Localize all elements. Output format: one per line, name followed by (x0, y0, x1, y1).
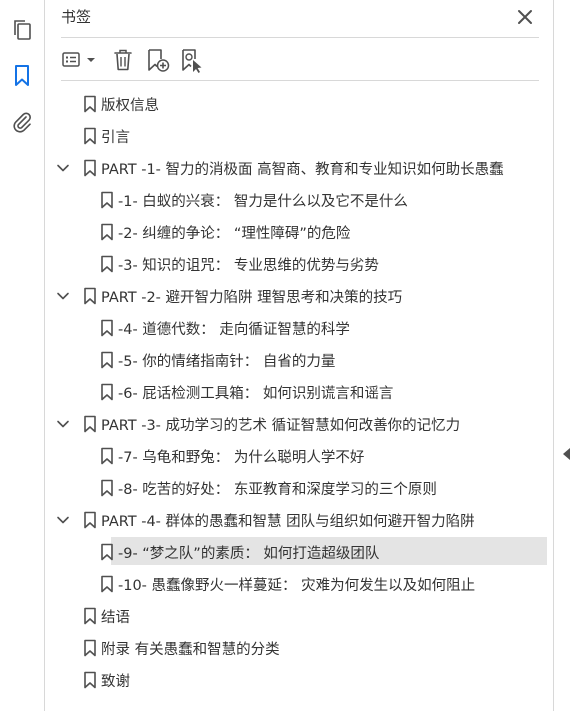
bookmark-item[interactable]: -1- 白蚁的兴衰： 智力是什么以及它不是什么 (45, 184, 553, 216)
close-panel-button[interactable] (513, 5, 537, 29)
bookmark-item[interactable]: 结语 (45, 600, 553, 632)
bookmark-label: PART -4- 群体的愚蠢和智慧 团队与组织如何避开智力陷阱 (101, 514, 475, 530)
bookmark-icon (101, 351, 113, 369)
bookmark-label: -2- 纠缠的争论： “理性障碍”的危险 (118, 226, 351, 242)
list-options-icon (61, 52, 80, 67)
options-menu-button[interactable] (59, 44, 97, 76)
bookmark-icon (101, 447, 113, 465)
bookmark-icon (84, 127, 96, 145)
bookmark-item[interactable]: 引言 (45, 120, 553, 152)
bookmark-icon (84, 415, 96, 433)
chevron-down-icon (86, 58, 95, 62)
chevron-down-icon[interactable] (55, 416, 71, 432)
bookmark-tree: 版权信息引言 PART -1- 智力的消极面 高智商、教育和专业知识如何助长愚蠢 -… (45, 88, 553, 696)
bookmark-label: -6- 屁话检测工具箱： 如何识别谎言和谣言 (118, 386, 394, 402)
bookmarks-toolbar (59, 44, 539, 76)
bookmark-label: 附录 有关愚蠢和智慧的分类 (101, 642, 280, 658)
bookmark-item[interactable]: PART -3- 成功学习的艺术 循证智慧如何改善你的记忆力 (45, 408, 553, 440)
bookmark-icon (15, 65, 29, 86)
attachment-icon (13, 112, 31, 133)
bookmark-label: 引言 (101, 130, 130, 146)
bookmark-from-selection-button[interactable] (177, 44, 207, 76)
bookmark-icon (84, 159, 96, 177)
bookmark-icon (84, 671, 96, 689)
bookmark-label: 版权信息 (101, 98, 159, 114)
panel-header: 书签 (45, 0, 553, 34)
bookmark-item[interactable]: -4- 道德代数： 走向循证智慧的科学 (45, 312, 553, 344)
left-navigation-rail (0, 0, 45, 711)
bookmark-icon (101, 191, 113, 209)
bookmark-label: -5- 你的情绪指南针： 自省的力量 (118, 354, 336, 370)
bookmark-icon (84, 511, 96, 529)
chevron-down-icon[interactable] (55, 160, 71, 176)
bookmark-icon (101, 383, 113, 401)
attachments-panel-button[interactable] (9, 109, 35, 135)
bookmark-item[interactable]: -7- 乌龟和野兔： 为什么聪明人学不好 (45, 440, 553, 472)
add-bookmark-button[interactable] (143, 44, 173, 76)
bookmark-icon (84, 95, 96, 113)
panel-title: 书签 (61, 8, 92, 26)
bookmark-label: -4- 道德代数： 走向循证智慧的科学 (118, 322, 350, 338)
bookmark-icon (101, 255, 113, 273)
pages-icon (14, 20, 31, 40)
bookmark-item[interactable]: -10- 愚蠢像野火一样蔓延： 灾难为何发生以及如何阻止 (45, 568, 553, 600)
panel-splitter[interactable] (553, 0, 580, 711)
bookmark-item[interactable]: -9- “梦之队”的素质： 如何打造超级团队 (45, 536, 553, 568)
bookmark-label: 结语 (101, 610, 130, 626)
bookmark-icon (84, 287, 96, 305)
header-divider (61, 37, 539, 38)
trash-icon (114, 49, 132, 71)
bookmark-label: PART -3- 成功学习的艺术 循证智慧如何改善你的记忆力 (101, 418, 461, 434)
triangle-left-icon (563, 448, 570, 460)
bookmark-label: 致谢 (101, 674, 130, 690)
bookmark-icon (84, 607, 96, 625)
bookmark-item[interactable]: -5- 你的情绪指南针： 自省的力量 (45, 344, 553, 376)
collapse-panel-button[interactable] (560, 444, 574, 464)
bookmark-item[interactable]: 附录 有关愚蠢和智慧的分类 (45, 632, 553, 664)
bookmark-item[interactable]: PART -1- 智力的消极面 高智商、教育和专业知识如何助长愚蠢 (45, 152, 553, 184)
bookmark-label: -8- 吃苦的好处： 东亚教育和深度学习的三个原则 (118, 482, 437, 498)
add-bookmark-icon (148, 49, 170, 72)
bookmark-icon (101, 479, 113, 497)
bookmark-label: PART -2- 避开智力陷阱 理智思考和决策的技巧 (101, 290, 403, 306)
bookmark-icon (84, 639, 96, 657)
bookmark-label: -9- “梦之队”的素质： 如何打造超级团队 (118, 546, 380, 562)
bookmarks-panel: 书签 版权信息 引言 PART -1- 智力的消极面 高智商、教育和专业知识如何… (45, 0, 553, 711)
bookmark-item[interactable]: 版权信息 (45, 88, 553, 120)
bookmark-item[interactable]: PART -4- 群体的愚蠢和智慧 团队与组织如何避开智力陷阱 (45, 504, 553, 536)
toolbar-divider (61, 80, 539, 81)
bookmark-item[interactable]: -3- 知识的诅咒： 专业思维的优势与劣势 (45, 248, 553, 280)
bookmark-item[interactable]: PART -2- 避开智力陷阱 理智思考和决策的技巧 (45, 280, 553, 312)
delete-bookmark-button[interactable] (109, 44, 137, 76)
close-icon (518, 10, 532, 24)
bookmark-item[interactable]: 致谢 (45, 664, 553, 696)
bookmark-item[interactable]: -6- 屁话检测工具箱： 如何识别谎言和谣言 (45, 376, 553, 408)
bookmark-label: PART -1- 智力的消极面 高智商、教育和专业知识如何助长愚蠢 (101, 162, 504, 178)
bookmark-item[interactable]: -2- 纠缠的争论： “理性障碍”的危险 (45, 216, 553, 248)
pages-panel-button[interactable] (9, 17, 35, 43)
bookmark-label: -10- 愚蠢像野火一样蔓延： 灾难为何发生以及如何阻止 (118, 578, 476, 594)
bookmark-icon (101, 543, 113, 561)
bookmark-label: -1- 白蚁的兴衰： 智力是什么以及它不是什么 (118, 194, 408, 210)
chevron-down-icon[interactable] (55, 512, 71, 528)
bookmark-label: -3- 知识的诅咒： 专业思维的优势与劣势 (118, 258, 379, 274)
bookmark-item[interactable]: -8- 吃苦的好处： 东亚教育和深度学习的三个原则 (45, 472, 553, 504)
bookmark-icon (101, 575, 113, 593)
bookmark-icon (101, 223, 113, 241)
bookmark-label: -7- 乌龟和野兔： 为什么聪明人学不好 (118, 450, 365, 466)
bookmarks-panel-button[interactable] (9, 63, 35, 89)
bookmark-icon (101, 319, 113, 337)
bookmark-selection-icon (182, 49, 202, 73)
chevron-down-icon[interactable] (55, 288, 71, 304)
